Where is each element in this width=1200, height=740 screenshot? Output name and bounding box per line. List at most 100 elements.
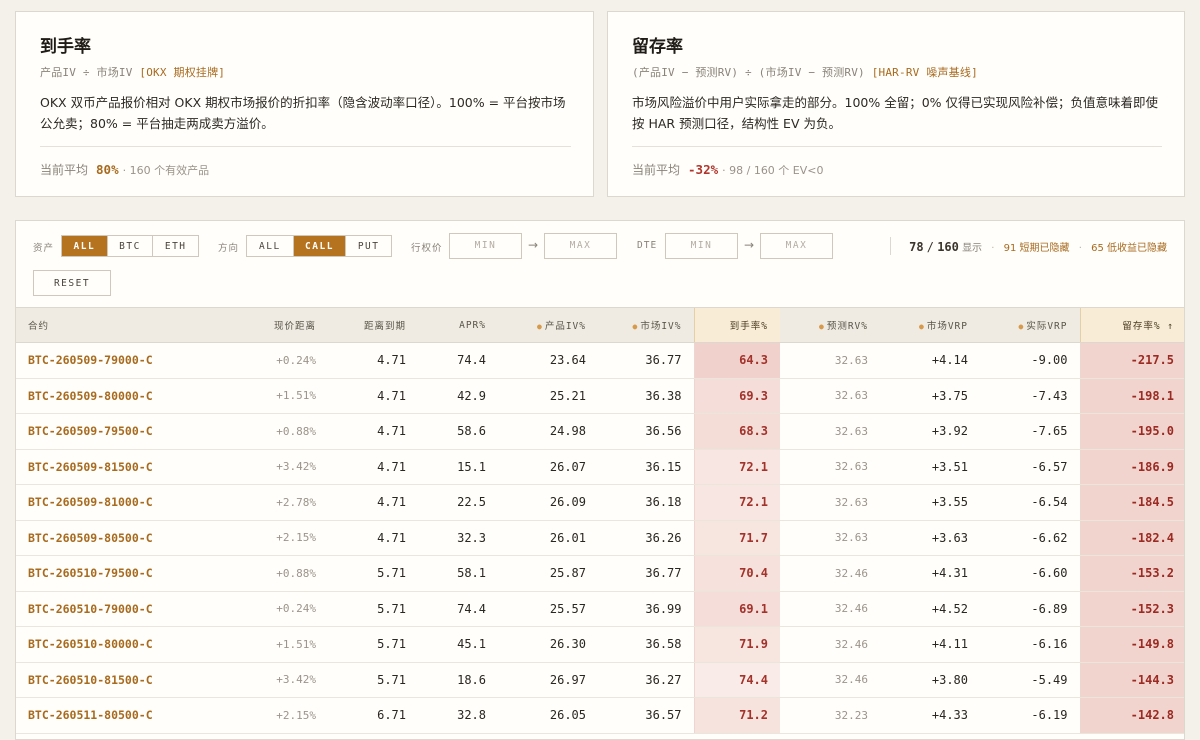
conversion-cell: 72.1 bbox=[693, 449, 780, 485]
actual-vrp-cell: -6.57 bbox=[980, 449, 1080, 485]
col-header-market-vrp[interactable]: ● 市场VRP bbox=[880, 307, 980, 343]
contract-cell[interactable]: BTC-260509-79500-C bbox=[16, 413, 250, 450]
table-row[interactable]: BTC-260511-80500-C +2.15% 6.71 32.8 26.05 36.… bbox=[16, 697, 1184, 734]
asset-option-btc[interactable]: BTC bbox=[106, 236, 153, 256]
table-row[interactable]: BTC-260509-79500-C +0.88% 4.71 58.6 24.98 36.… bbox=[16, 413, 1184, 450]
table-row[interactable]: BTC-260509-81500-C +3.42% 4.71 15.1 26.07 36.… bbox=[16, 449, 1184, 485]
forecast-rv-cell: 32.46 bbox=[780, 662, 880, 698]
conversion-formula-tag: [OKX 期权挂牌] bbox=[139, 66, 226, 79]
header-label: 合约 bbox=[28, 321, 50, 332]
count-slash: / bbox=[926, 240, 934, 254]
product-iv-cell: 26.09 bbox=[498, 484, 598, 521]
col-header-apr[interactable]: APR% bbox=[418, 307, 498, 343]
contract-cell[interactable]: BTC-260509-79000-C bbox=[16, 342, 250, 379]
dte-min-input[interactable]: MIN bbox=[665, 233, 738, 259]
header-label: APR% bbox=[459, 319, 486, 331]
reset-button[interactable]: RESET bbox=[33, 270, 111, 296]
product-iv-cell: 26.97 bbox=[498, 662, 598, 698]
dot-icon: ● bbox=[919, 322, 925, 331]
dot-icon: ● bbox=[537, 322, 543, 331]
product-iv-cell: 26.30 bbox=[498, 626, 598, 663]
total-count: 160 bbox=[937, 240, 959, 254]
contract-cell[interactable]: BTC-260509-80500-C bbox=[16, 520, 250, 556]
conversion-stat: 当前平均 80% · 160 个有效产品 bbox=[40, 161, 209, 178]
col-header-product-iv[interactable]: ● 产品IV% bbox=[498, 307, 598, 343]
direction-option-all[interactable]: ALL bbox=[247, 236, 293, 256]
strike-filter-label: 行权价 bbox=[411, 243, 443, 254]
stat-label: 当前平均 bbox=[632, 163, 681, 177]
expiry-cell: 4.71 bbox=[328, 413, 418, 450]
table-row[interactable]: BTC-260509-79000-C +0.24% 4.71 74.4 23.64 36.… bbox=[16, 342, 1184, 379]
strike-max-input[interactable]: MAX bbox=[544, 233, 617, 259]
header-label: 到手率% bbox=[729, 321, 768, 332]
direction-option-call[interactable]: CALL bbox=[292, 236, 346, 256]
conversion-formula-text: 产品IV ÷ 市场IV bbox=[40, 66, 133, 79]
market-iv-cell: 36.56 bbox=[598, 413, 694, 450]
table-row[interactable]: BTC-260509-80000-C +1.51% 4.71 42.9 25.21 36.… bbox=[16, 378, 1184, 414]
conversion-cell: 68.3 bbox=[693, 413, 780, 450]
strike-min-input[interactable]: MIN bbox=[449, 233, 522, 259]
product-iv-cell: 25.57 bbox=[498, 591, 598, 627]
table-row[interactable]: BTC-260509-81000-C +2.78% 4.71 22.5 26.09 36.… bbox=[16, 484, 1184, 521]
col-header-conversion[interactable]: 到手率% bbox=[693, 307, 780, 343]
distance-cell: +1.51% bbox=[250, 626, 328, 663]
contract-cell[interactable]: BTC-260509-80000-C bbox=[16, 378, 250, 414]
market-iv-cell: 36.18 bbox=[598, 484, 694, 521]
col-header-market-iv[interactable]: ● 市场IV% bbox=[598, 307, 694, 343]
dot-icon: ● bbox=[632, 322, 639, 331]
retention-cell: -152.3 bbox=[1079, 591, 1184, 627]
table-row[interactable]: BTC-260510-80000-C +1.51% 5.71 45.1 26.30 36.… bbox=[16, 626, 1184, 663]
low-hidden-count: 65 低收益已隐藏 bbox=[1091, 243, 1167, 254]
header-label: 实际VRP bbox=[1026, 321, 1068, 332]
dte-max-input[interactable]: MAX bbox=[760, 233, 833, 259]
contract-cell[interactable]: BTC-260511-80500-C bbox=[16, 697, 250, 734]
conversion-title: 到手率 bbox=[40, 37, 91, 57]
distance-cell: +2.78% bbox=[250, 484, 328, 521]
table-row[interactable]: BTC-260509-80500-C +2.15% 4.71 32.3 26.01 36.… bbox=[16, 520, 1184, 556]
col-header-expiry[interactable]: 距离到期 bbox=[328, 307, 418, 343]
table-row[interactable]: BTC-260510-79500-C +0.88% 5.71 58.1 25.87 36.… bbox=[16, 555, 1184, 592]
expiry-cell: 4.71 bbox=[328, 342, 418, 379]
market-vrp-cell: +4.11 bbox=[880, 626, 980, 663]
product-iv-cell: 24.98 bbox=[498, 413, 598, 450]
shown-count: 78 bbox=[909, 240, 924, 254]
col-header-distance[interactable]: 现价距离 bbox=[250, 307, 328, 343]
separator-dot: · bbox=[991, 243, 995, 254]
retention-cell: -186.9 bbox=[1079, 449, 1184, 485]
header-label: 现价距离 bbox=[273, 321, 316, 332]
contract-cell[interactable]: BTC-260509-81000-C bbox=[16, 484, 250, 521]
range-arrow-icon: → bbox=[528, 238, 539, 252]
table-row[interactable]: BTC-260510-79000-C +0.24% 5.71 74.4 25.57 36.… bbox=[16, 591, 1184, 627]
direction-filter-label: 方向 bbox=[218, 243, 240, 254]
expiry-cell: 4.71 bbox=[328, 484, 418, 521]
dte-filter-label: DTE bbox=[637, 240, 658, 251]
stat-value: 80% bbox=[96, 162, 119, 177]
contract-cell[interactable]: BTC-260510-81500-C bbox=[16, 662, 250, 698]
product-iv-cell: 26.07 bbox=[498, 449, 598, 485]
expiry-cell: 5.71 bbox=[328, 662, 418, 698]
expiry-cell: 5.71 bbox=[328, 555, 418, 592]
table-row[interactable]: BTC-260510-81500-C +3.42% 5.71 18.6 26.97 36.… bbox=[16, 662, 1184, 698]
col-header-forecast-rv[interactable]: ● 预测RV% bbox=[780, 307, 880, 343]
asset-filter-label: 资产 bbox=[33, 243, 55, 254]
contract-cell[interactable]: BTC-260510-79500-C bbox=[16, 555, 250, 592]
col-header-contract[interactable]: 合约 bbox=[16, 307, 250, 343]
col-header-retention[interactable]: 留存率% ↑ bbox=[1079, 307, 1184, 343]
asset-option-eth[interactable]: ETH bbox=[152, 236, 198, 256]
col-header-actual-vrp[interactable]: ● 实际VRP bbox=[980, 307, 1080, 343]
header-label: 产品IV% bbox=[544, 321, 586, 332]
result-counts: 78 / 160 显示 · 91 短期已隐藏 · 65 低收益已隐藏 bbox=[909, 239, 1167, 254]
retention-cell: -198.1 bbox=[1079, 378, 1184, 414]
direction-option-put[interactable]: PUT bbox=[345, 236, 391, 256]
product-iv-cell: 26.05 bbox=[498, 697, 598, 734]
asset-option-all[interactable]: ALL bbox=[62, 236, 107, 256]
contract-cell[interactable]: BTC-260510-80000-C bbox=[16, 626, 250, 663]
forecast-rv-cell: 32.63 bbox=[780, 342, 880, 379]
contract-cell[interactable]: BTC-260509-81500-C bbox=[16, 449, 250, 485]
market-vrp-cell: +4.14 bbox=[880, 342, 980, 379]
retention-cell: -182.4 bbox=[1079, 520, 1184, 556]
contract-cell[interactable]: BTC-260510-79000-C bbox=[16, 591, 250, 627]
actual-vrp-cell: -6.19 bbox=[980, 697, 1080, 734]
apr-cell: 18.6 bbox=[418, 662, 498, 698]
expiry-cell: 6.71 bbox=[328, 697, 418, 734]
